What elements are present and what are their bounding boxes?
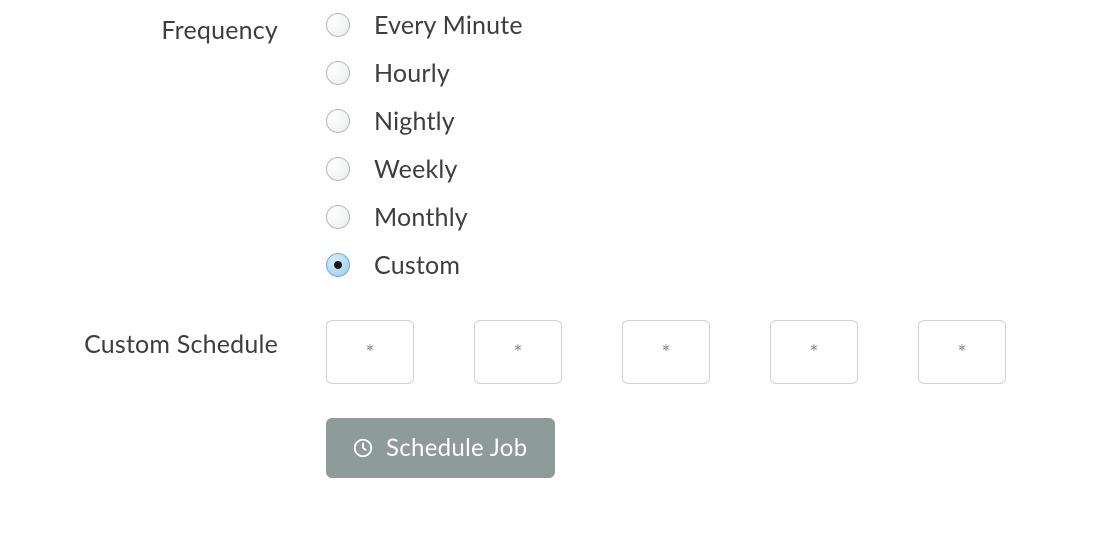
schedule-job-label: Schedule Job [386, 433, 527, 462]
radio-hourly[interactable]: Hourly [326, 58, 1108, 88]
cron-hour-input[interactable] [474, 320, 562, 384]
radio-icon [326, 109, 350, 133]
radio-nightly[interactable]: Nightly [326, 106, 1108, 136]
submit-controls: Schedule Job [326, 418, 1108, 478]
clock-icon [352, 437, 374, 459]
cron-day-input[interactable] [622, 320, 710, 384]
schedule-form: Frequency Every Minute Hourly Nightly [0, 0, 1108, 478]
radio-icon [326, 253, 350, 277]
radio-every-minute[interactable]: Every Minute [326, 10, 1108, 40]
empty-label [0, 418, 326, 424]
radio-icon [326, 61, 350, 85]
frequency-radio-group: Every Minute Hourly Nightly Weekly Month [326, 6, 1108, 280]
radio-label: Monthly [374, 202, 468, 232]
radio-label: Every Minute [374, 10, 523, 40]
custom-schedule-row: Custom Schedule [0, 320, 1108, 384]
radio-monthly[interactable]: Monthly [326, 202, 1108, 232]
radio-label: Weekly [374, 154, 458, 184]
radio-label: Custom [374, 250, 460, 280]
radio-icon [326, 157, 350, 181]
custom-schedule-label: Custom Schedule [0, 320, 326, 362]
cron-month-input[interactable] [770, 320, 858, 384]
frequency-label: Frequency [0, 6, 326, 48]
custom-schedule-controls [326, 320, 1108, 384]
radio-custom[interactable]: Custom [326, 250, 1108, 280]
radio-icon [326, 205, 350, 229]
radio-weekly[interactable]: Weekly [326, 154, 1108, 184]
cron-minute-input[interactable] [326, 320, 414, 384]
submit-row: Schedule Job [0, 418, 1108, 478]
cron-weekday-input[interactable] [918, 320, 1006, 384]
radio-label: Hourly [374, 58, 450, 88]
cron-fields [326, 320, 1108, 384]
radio-label: Nightly [374, 106, 455, 136]
radio-icon [326, 13, 350, 37]
schedule-job-button[interactable]: Schedule Job [326, 418, 555, 478]
frequency-controls: Every Minute Hourly Nightly Weekly Month [326, 6, 1108, 280]
frequency-row: Frequency Every Minute Hourly Nightly [0, 6, 1108, 280]
